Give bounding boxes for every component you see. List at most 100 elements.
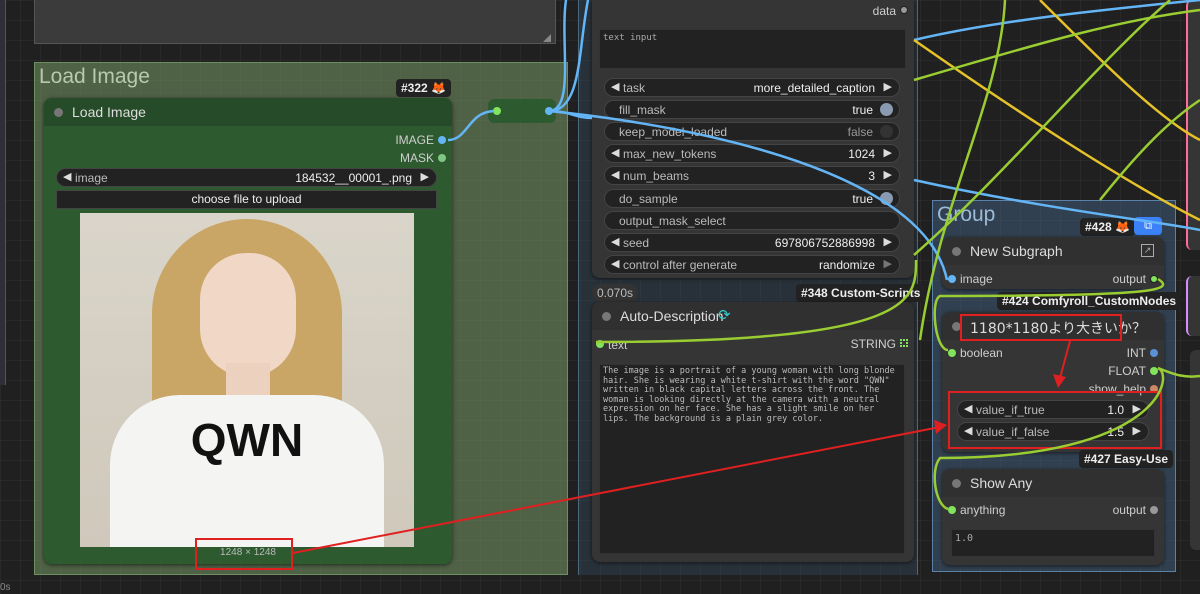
output-mask-label: MASK	[399, 151, 434, 165]
collapse-dot[interactable]	[54, 108, 63, 117]
left-arrow-icon[interactable]: ◀	[611, 168, 619, 181]
widget-fill-mask[interactable]: fill_mask true	[604, 100, 900, 119]
upper-node-body	[34, 0, 556, 44]
right-arrow-icon[interactable]: ▶	[884, 257, 892, 270]
output-int-slot[interactable]	[1150, 349, 1158, 357]
widget-value: 697806752886998	[774, 236, 875, 250]
input-text-slot[interactable]	[596, 340, 604, 348]
node-header[interactable]: Load Image	[44, 98, 452, 126]
widget-label: keep_model_loaded	[619, 125, 728, 139]
annotation-box-switch-values	[948, 391, 1162, 449]
input-boolean-slot[interactable]	[948, 349, 956, 357]
output-image-slot[interactable]	[438, 136, 446, 144]
widget-value: more_detailed_caption	[753, 81, 875, 95]
output-slot[interactable]	[1150, 275, 1158, 283]
widget-value: 1024	[848, 147, 875, 161]
input-image-slot[interactable]	[948, 275, 956, 283]
resize-handle[interactable]	[543, 34, 551, 42]
right-arrow-icon[interactable]: ▶	[884, 146, 892, 159]
left-arrow-icon[interactable]: ◀	[63, 170, 71, 183]
show-any-node[interactable]: Show Any anything output 1.0	[942, 469, 1164, 565]
right-edge-node-3	[1190, 350, 1200, 550]
widget-task[interactable]: ◀ task more_detailed_caption ▶	[604, 78, 900, 97]
annotation-box-preview-size	[195, 538, 293, 570]
left-arrow-icon[interactable]: ◀	[611, 235, 619, 248]
node-header[interactable]: Auto-Description ⟳	[592, 302, 914, 330]
right-arrow-icon[interactable]: ▶	[884, 235, 892, 248]
left-edge-node	[0, 0, 6, 385]
widget-value: 184532__00001_.png	[295, 171, 412, 185]
output-label: output	[1112, 272, 1146, 286]
right-arrow-icon[interactable]: ▶	[884, 168, 892, 181]
toggle-on-icon[interactable]	[880, 192, 893, 205]
widget-max-new-tokens[interactable]: ◀ max_new_tokens 1024 ▶	[604, 144, 900, 163]
auto-description-node[interactable]: Auto-Description ⟳ text STRING The image…	[592, 302, 914, 562]
annotation-box-condition-title	[960, 314, 1122, 341]
subgraph-icon[interactable]: ⧉	[1134, 217, 1162, 235]
node-title: Show Any	[970, 475, 1033, 491]
tshirt-print: QWN	[190, 414, 304, 466]
widget-value: randomize	[818, 258, 875, 272]
output-data-slot[interactable]	[900, 6, 908, 14]
reroute-input-slot[interactable]	[493, 107, 501, 115]
link-icon: ⟳	[718, 307, 731, 324]
widget-value: true	[852, 192, 873, 206]
output-slot[interactable]	[1150, 506, 1158, 514]
widget-label: fill_mask	[619, 103, 666, 117]
widget-keep-model-loaded[interactable]: keep_model_loaded false	[604, 122, 900, 141]
right-edge-node-2	[1186, 276, 1200, 336]
widget-do-sample[interactable]: do_sample true	[604, 189, 900, 208]
toggle-off-icon[interactable]	[880, 125, 893, 138]
open-subgraph-icon[interactable]: ↗	[1141, 244, 1154, 257]
collapse-dot[interactable]	[952, 247, 961, 256]
image-combo[interactable]: ◀ image 184532__00001_.png ▶	[56, 168, 437, 187]
group-title[interactable]: Load Image	[39, 65, 150, 89]
output-string-label: STRING	[850, 337, 896, 351]
description-text[interactable]: The image is a portrait of a young woman…	[599, 364, 905, 554]
toggle-on-icon[interactable]	[880, 103, 893, 116]
input-boolean-label: boolean	[960, 346, 1003, 360]
node-header[interactable]: Show Any	[942, 469, 1164, 497]
node-title: Load Image	[72, 104, 146, 120]
widget-control-after-generate[interactable]: ◀ control after generate randomize ▶	[604, 255, 900, 274]
right-arrow-icon[interactable]: ▶	[884, 80, 892, 93]
wire-green-2	[913, 8, 1200, 82]
right-arrow-icon[interactable]: ▶	[421, 170, 429, 183]
widget-seed[interactable]: ◀ seed 697806752886998 ▶	[604, 233, 900, 252]
input-anything-label: anything	[960, 503, 1006, 517]
new-subgraph-node[interactable]: New Subgraph ↗ image output	[942, 237, 1164, 289]
node-header[interactable]: New Subgraph ↗	[942, 237, 1164, 265]
left-arrow-icon[interactable]: ◀	[611, 146, 619, 159]
grid-icon[interactable]	[900, 339, 908, 347]
wire-yellow-2	[1039, 0, 1200, 142]
show-any-text[interactable]: 1.0	[951, 529, 1155, 557]
collapse-dot[interactable]	[602, 312, 611, 321]
widget-label: control after generate	[623, 258, 738, 272]
input-text-label: text	[608, 338, 628, 352]
output-int-label: INT	[1126, 346, 1146, 360]
widget-num-beams[interactable]: ◀ num_beams 3 ▶	[604, 166, 900, 185]
right-edge-node-1	[1186, 0, 1200, 250]
widget-label: image	[75, 171, 108, 185]
output-mask-slot[interactable]	[438, 154, 446, 162]
input-anything-slot[interactable]	[948, 506, 956, 514]
timing-badge: 0.070s	[592, 284, 639, 302]
output-image-label: IMAGE	[395, 133, 434, 147]
widget-label: do_sample	[619, 192, 678, 206]
upload-button[interactable]: choose file to upload	[56, 190, 437, 209]
load-image-node[interactable]: Load Image IMAGE MASK ◀ image 184532__00…	[44, 98, 452, 564]
group-title[interactable]: Group	[937, 203, 995, 227]
text-input-field[interactable]: text input	[599, 29, 906, 69]
reroute-output-slot[interactable]	[545, 107, 553, 115]
node-id-badge: #424 Comfyroll_CustomNodes	[997, 292, 1182, 310]
wire-yellow-1	[913, 38, 1200, 222]
florence-node[interactable]: data text input ◀ task more_detailed_cap…	[592, 0, 914, 278]
left-arrow-icon[interactable]: ◀	[611, 257, 619, 270]
output-label: output	[1112, 503, 1146, 517]
widget-output-mask-select[interactable]: output_mask_select	[604, 211, 900, 230]
collapse-dot[interactable]	[952, 479, 961, 488]
widget-value: false	[847, 125, 873, 139]
node-title: Auto-Description	[620, 308, 724, 324]
output-float-slot[interactable]	[1150, 367, 1158, 375]
left-arrow-icon[interactable]: ◀	[611, 80, 619, 93]
